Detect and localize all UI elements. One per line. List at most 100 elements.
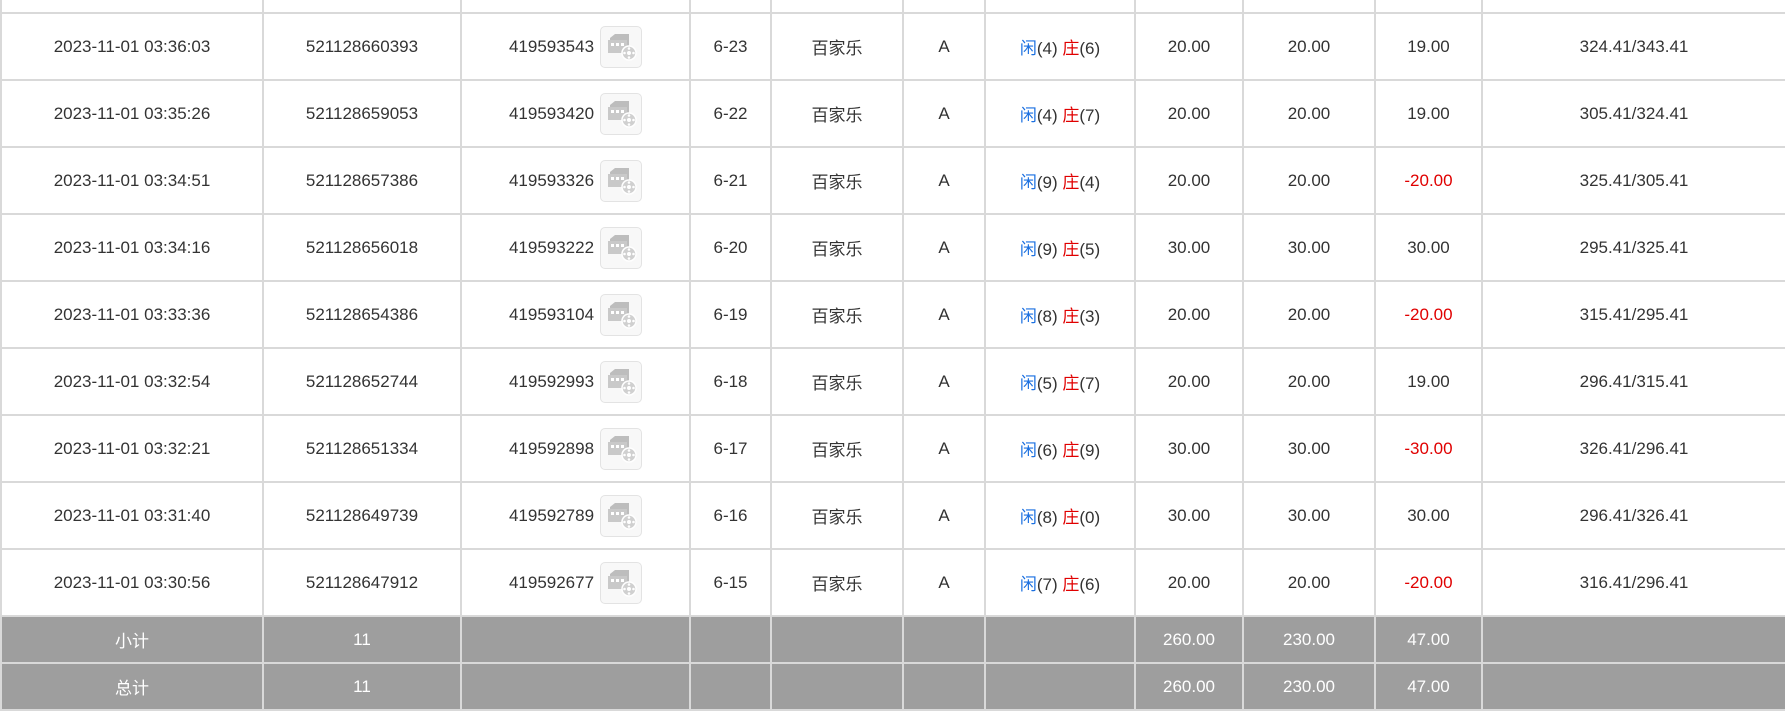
banker-label: 庄 — [1062, 508, 1080, 527]
order-number: 521128654386 — [262, 280, 462, 349]
round-id-cell: 419593543 — [460, 12, 691, 81]
game-type: 百家乐 — [770, 79, 904, 148]
video-replay-button[interactable] — [600, 25, 643, 68]
game-type: 百家乐 — [770, 146, 904, 215]
banker-score: (9) — [1079, 441, 1101, 460]
table-row: 2023-11-01 03:33:36 521128654386 4195931… — [0, 280, 1785, 349]
win-loss: -20.00 — [1374, 146, 1483, 215]
banker-score: (0) — [1079, 508, 1101, 527]
video-replay-button[interactable] — [600, 427, 643, 470]
bet-amount: 20.00 — [1134, 146, 1244, 215]
banker-score: (5) — [1079, 240, 1101, 259]
balance-before-after: 296.41/315.41 — [1481, 347, 1785, 416]
game-result: 闲(4) 庄(6) — [984, 12, 1136, 81]
balance-before-after: 316.41/296.41 — [1481, 548, 1785, 617]
table-row: 2023-11-01 03:34:51 521128657386 4195933… — [0, 146, 1785, 215]
bet-amount: 20.00 — [1134, 548, 1244, 617]
game-type: 百家乐 — [770, 347, 904, 416]
balance-before-after: 324.41/343.41 — [1481, 12, 1785, 81]
round-id-cell: 419592789 — [460, 481, 691, 550]
balance-before-after: 315.41/295.41 — [1481, 280, 1785, 349]
banker-score: (7) — [1079, 106, 1101, 125]
banker-label: 庄 — [1062, 441, 1080, 460]
banker-score: (3) — [1079, 307, 1101, 326]
bet-amount: 30.00 — [1134, 414, 1244, 483]
order-number: 521128652744 — [262, 347, 462, 416]
video-replay-icon — [608, 435, 637, 463]
table-row: 2023-11-01 03:32:54 521128652744 4195929… — [0, 347, 1785, 416]
order-number: 521128651334 — [262, 414, 462, 483]
player-label: 闲 — [1019, 39, 1037, 58]
round-id-cell: 419593420 — [460, 79, 691, 148]
video-replay-icon — [608, 167, 637, 195]
player-label: 闲 — [1019, 240, 1037, 259]
table-code: A — [902, 414, 986, 483]
table-row: 2023-11-01 03:32:21 521128651334 4195928… — [0, 414, 1785, 483]
banker-score: (6) — [1079, 39, 1101, 58]
video-replay-icon — [608, 569, 637, 597]
shoe-round: 6-18 — [689, 347, 772, 416]
order-number: 521128657386 — [262, 146, 462, 215]
shoe-round: 6-21 — [689, 146, 772, 215]
bet-time: 2023-11-01 03:30:56 — [0, 548, 264, 617]
table-code: A — [902, 481, 986, 550]
subtotal-row: 小计 11 260.00 230.00 47.00 — [0, 615, 1785, 664]
valid-bet: 30.00 — [1242, 481, 1376, 550]
banker-score: (7) — [1079, 374, 1101, 393]
table-row: 2023-11-01 03:36:03 521128660393 4195935… — [0, 12, 1785, 81]
table-code: A — [902, 213, 986, 282]
bet-time: 2023-11-01 03:32:54 — [0, 347, 264, 416]
video-replay-button[interactable] — [600, 494, 643, 537]
table-row: 2023-11-01 03:34:16 521128656018 4195932… — [0, 213, 1785, 282]
valid-bet: 30.00 — [1242, 213, 1376, 282]
player-score: (6) — [1036, 441, 1058, 460]
shoe-round: 6-20 — [689, 213, 772, 282]
bet-time: 2023-11-01 03:34:51 — [0, 146, 264, 215]
table-code: A — [902, 12, 986, 81]
video-replay-button[interactable] — [600, 561, 643, 604]
video-replay-icon — [608, 368, 637, 396]
win-loss: 19.00 — [1374, 79, 1483, 148]
banker-label: 庄 — [1062, 173, 1080, 192]
game-type: 百家乐 — [770, 481, 904, 550]
player-score: (8) — [1036, 508, 1058, 527]
game-result: 闲(5) 庄(7) — [984, 347, 1136, 416]
player-label: 闲 — [1019, 106, 1037, 125]
game-type: 百家乐 — [770, 414, 904, 483]
video-replay-button[interactable] — [600, 92, 643, 135]
game-result: 闲(8) 庄(0) — [984, 481, 1136, 550]
game-type: 百家乐 — [770, 12, 904, 81]
banker-score: (4) — [1079, 173, 1101, 192]
video-replay-icon — [608, 301, 637, 329]
bet-time: 2023-11-01 03:33:36 — [0, 280, 264, 349]
bet-amount: 30.00 — [1134, 213, 1244, 282]
summary-bet: 260.00 — [1134, 615, 1244, 664]
round-id: 419592677 — [508, 572, 595, 592]
win-loss: 30.00 — [1374, 213, 1483, 282]
table-code: A — [902, 347, 986, 416]
video-replay-button[interactable] — [600, 293, 643, 336]
video-replay-icon — [608, 100, 637, 128]
win-loss: 30.00 — [1374, 481, 1483, 550]
table-code: A — [902, 548, 986, 617]
bet-amount: 20.00 — [1134, 280, 1244, 349]
player-label: 闲 — [1019, 374, 1037, 393]
previous-row-remainder — [0, 0, 1785, 14]
player-score: (8) — [1036, 307, 1058, 326]
table-row: 2023-11-01 03:35:26 521128659053 4195934… — [0, 79, 1785, 148]
valid-bet: 30.00 — [1242, 414, 1376, 483]
order-number: 521128649739 — [262, 481, 462, 550]
win-loss: 19.00 — [1374, 12, 1483, 81]
round-id-cell: 419593104 — [460, 280, 691, 349]
video-replay-button[interactable] — [600, 360, 643, 403]
win-loss: 19.00 — [1374, 347, 1483, 416]
table-row: 2023-11-01 03:30:56 521128647912 4195926… — [0, 548, 1785, 617]
player-label: 闲 — [1019, 307, 1037, 326]
order-number: 521128659053 — [262, 79, 462, 148]
round-id: 419593543 — [508, 36, 595, 56]
balance-before-after: 326.41/296.41 — [1481, 414, 1785, 483]
video-replay-button[interactable] — [600, 159, 643, 202]
bet-amount: 20.00 — [1134, 79, 1244, 148]
banker-label: 庄 — [1062, 240, 1080, 259]
video-replay-button[interactable] — [600, 226, 643, 269]
